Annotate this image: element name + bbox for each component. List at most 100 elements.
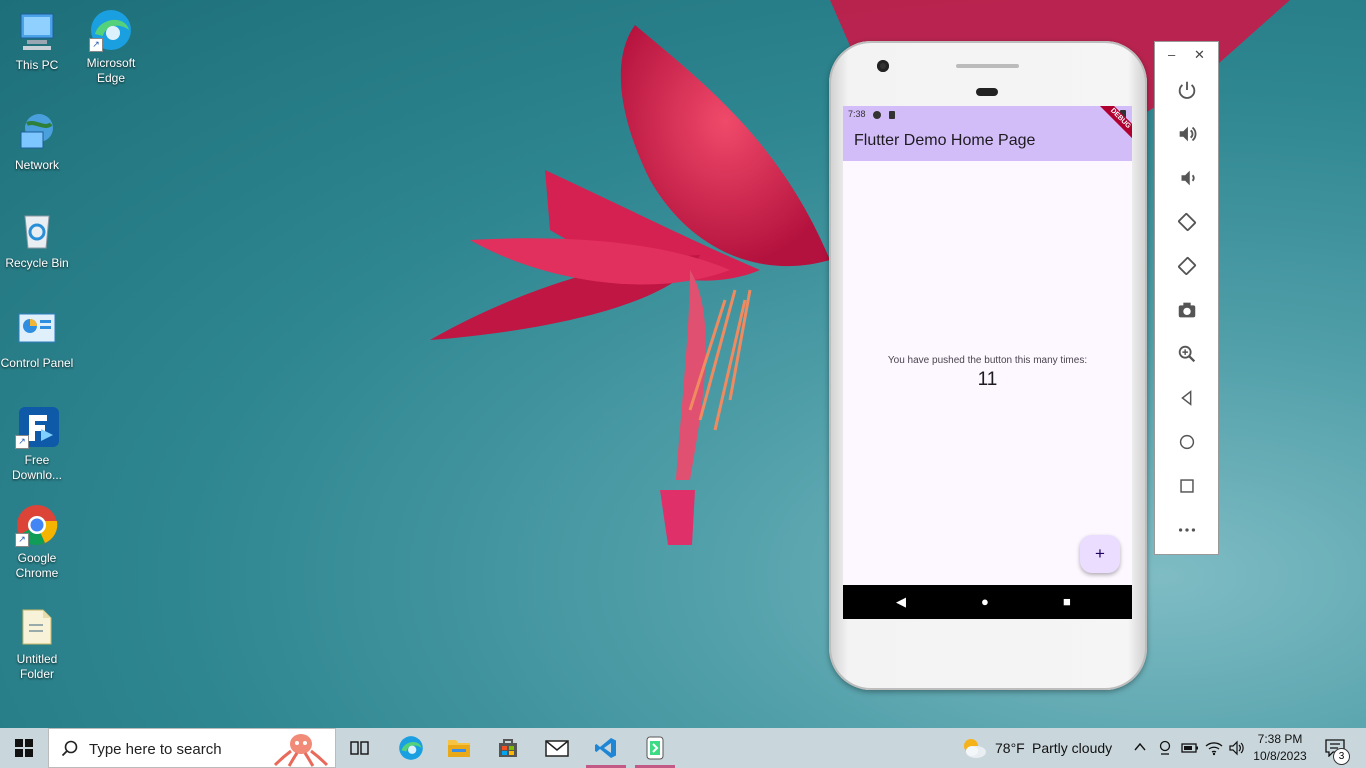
show-hidden-icons-chevron-icon[interactable] xyxy=(1134,742,1146,752)
windows-logo-icon xyxy=(15,739,33,757)
nav-back-button[interactable]: ◀ xyxy=(896,585,906,619)
notification-count-badge: 3 xyxy=(1333,748,1350,765)
taskbar-mail[interactable] xyxy=(535,728,579,768)
status-time: 7:38 xyxy=(848,109,866,119)
shortcut-arrow-icon: ↗ xyxy=(89,38,103,52)
weather-description[interactable]: Partly cloudy xyxy=(1032,728,1112,768)
shortcut-arrow-icon: ↗ xyxy=(15,435,29,449)
search-highlight-octopus-icon xyxy=(273,734,329,767)
desktop-icon-label: Google Chrome xyxy=(15,551,59,580)
desktop-icon-label: This PC xyxy=(15,58,59,72)
power-button[interactable] xyxy=(1155,68,1218,112)
taskbar-edge[interactable] xyxy=(389,728,433,768)
power-icon xyxy=(1178,81,1195,99)
clock-date: 10/8/2023 xyxy=(1253,749,1307,763)
desktop-icon-this-pc[interactable]: This PC xyxy=(0,10,74,73)
search-icon xyxy=(61,740,78,757)
zoom-icon xyxy=(1178,345,1195,363)
vscode-icon xyxy=(595,738,616,758)
desktop-icon-edge[interactable]: ↗ Microsoft Edge xyxy=(74,8,148,86)
rotate-right-icon xyxy=(1177,257,1196,275)
recycle-bin-icon xyxy=(15,208,59,252)
notification-center-button[interactable]: 3 xyxy=(1320,728,1360,768)
proximity-sensor xyxy=(976,88,998,96)
home-circle-icon xyxy=(1179,434,1194,450)
desktop-icon-label: Untitled Folder xyxy=(16,652,58,681)
desktop-icon-label: Recycle Bin xyxy=(5,256,69,270)
more-dots-icon xyxy=(1178,528,1195,532)
home-button[interactable] xyxy=(1155,420,1218,464)
taskbar-search-box[interactable]: Type here to search xyxy=(48,728,336,768)
taskbar-vscode[interactable] xyxy=(584,728,628,768)
desktop-icon-control-panel[interactable]: Control Panel xyxy=(0,308,74,371)
weather-partly-cloudy-icon xyxy=(964,739,986,758)
app-bar: Flutter Demo Home Page xyxy=(843,122,1132,161)
mail-icon xyxy=(545,740,569,757)
overview-button[interactable] xyxy=(1155,464,1218,508)
taskbar-android-emulator[interactable] xyxy=(633,728,677,768)
taskbar: Type here to search 78°F Partly cloudy 7… xyxy=(0,728,1366,768)
task-view-button[interactable] xyxy=(338,728,382,768)
control-panel-icon xyxy=(15,308,59,352)
earpiece-speaker xyxy=(956,64,1019,68)
volume-up-icon xyxy=(1179,126,1196,142)
desktop-icon-chrome[interactable]: ↗ Google Chrome xyxy=(0,503,74,581)
taskbar-clock[interactable]: 7:38 PM 10/8/2023 xyxy=(1252,731,1308,765)
desktop-icon-network[interactable]: Network xyxy=(0,110,74,173)
volume-down-button[interactable] xyxy=(1155,156,1218,200)
volume-icon[interactable] xyxy=(1228,740,1246,756)
increment-fab[interactable]: + xyxy=(1080,535,1120,573)
volume-up-button[interactable] xyxy=(1155,112,1218,156)
android-emulator-icon xyxy=(646,736,664,760)
task-view-icon xyxy=(350,741,369,755)
app-title: Flutter Demo Home Page xyxy=(854,132,1036,149)
sd-card-icon xyxy=(888,110,895,119)
clock-time: 7:38 PM xyxy=(1257,732,1303,746)
rotate-left-icon xyxy=(1177,213,1196,231)
zoom-button[interactable] xyxy=(1155,332,1218,376)
desktop-icon-free-download-manager[interactable]: ↗ Free Downlo... xyxy=(0,405,74,483)
computer-icon xyxy=(15,10,59,54)
file-explorer-icon xyxy=(448,740,470,757)
edge-icon: ↗ xyxy=(89,8,133,52)
front-camera xyxy=(877,60,889,72)
wifi-icon[interactable] xyxy=(1205,740,1223,756)
nav-home-button[interactable]: ● xyxy=(981,585,989,619)
minimize-button[interactable]: – xyxy=(1168,47,1175,62)
close-button[interactable]: ✕ xyxy=(1194,47,1205,63)
taskbar-store[interactable] xyxy=(486,728,530,768)
taskbar-file-explorer[interactable] xyxy=(437,728,481,768)
battery-icon[interactable] xyxy=(1181,742,1199,754)
counter-message: You have pushed the button this many tim… xyxy=(887,355,1088,366)
android-emulator-device: 7:38 DEBUG Flutter Demo Home Page You ha… xyxy=(829,41,1147,690)
nav-recents-button[interactable]: ■ xyxy=(1063,585,1071,619)
desktop-icon-recycle-bin[interactable]: Recycle Bin xyxy=(0,208,74,271)
status-bar: 7:38 xyxy=(843,106,1132,122)
back-button[interactable] xyxy=(1155,376,1218,420)
more-button[interactable] xyxy=(1155,508,1218,552)
chrome-icon: ↗ xyxy=(15,503,59,547)
rotate-left-button[interactable] xyxy=(1155,200,1218,244)
screenshot-button[interactable] xyxy=(1155,288,1218,332)
volume-down-icon xyxy=(1181,170,1195,186)
camera-icon xyxy=(1178,302,1195,318)
store-icon xyxy=(499,739,517,757)
emulator-toolbar: – ✕ xyxy=(1154,41,1219,555)
app-body: You have pushed the button this many tim… xyxy=(843,161,1132,584)
rotate-right-button[interactable] xyxy=(1155,244,1218,288)
desktop-icon-label: Microsoft Edge xyxy=(86,56,136,85)
shortcut-arrow-icon: ↗ xyxy=(15,533,29,547)
weather-temp[interactable]: 78°F xyxy=(995,728,1025,768)
search-placeholder: Type here to search xyxy=(89,741,222,758)
network-icon xyxy=(15,110,59,154)
phone-screen[interactable]: 7:38 DEBUG Flutter Demo Home Page You ha… xyxy=(843,106,1132,619)
start-button[interactable] xyxy=(0,728,48,768)
free-download-manager-icon: ↗ xyxy=(15,405,59,449)
desktop-icon-label: Control Panel xyxy=(0,356,74,370)
webcam-icon[interactable] xyxy=(1157,740,1173,756)
desktop-icon-label: Network xyxy=(14,158,59,172)
back-triangle-icon xyxy=(1180,390,1191,406)
android-nav-bar: ◀ ● ■ xyxy=(843,585,1132,619)
desktop-icon-untitled-folder[interactable]: Untitled Folder xyxy=(0,604,74,682)
desktop-icon-label: Free Downlo... xyxy=(11,453,63,482)
